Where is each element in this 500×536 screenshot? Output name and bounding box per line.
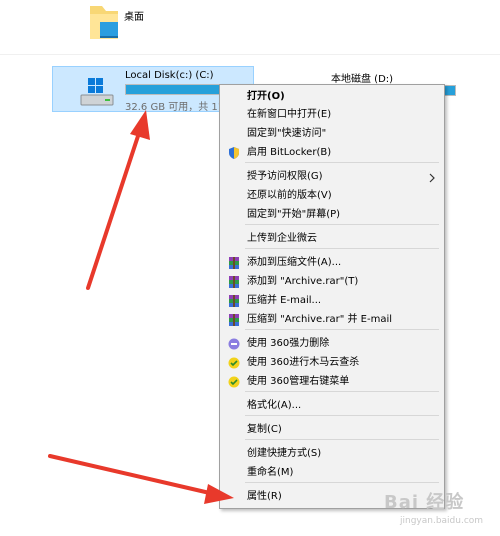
menu-item-label: 重命名(M) [247, 467, 294, 478]
menu-item-label: 添加到压缩文件(A)... [247, 257, 342, 268]
menu-pin-quick-access[interactable]: 固定到"快速访问" [222, 125, 442, 143]
menu-item-label: 格式化(A)... [247, 400, 302, 411]
menu-360-manage-context[interactable]: 使用 360管理右键菜单 [222, 373, 442, 391]
menu-add-to-archive[interactable]: 添加到压缩文件(A)... [222, 254, 442, 272]
menu-item-label: 使用 360管理右键菜单 [247, 376, 350, 387]
menu-item-label: 添加到 "Archive.rar"(T) [247, 276, 359, 287]
red-arrow-right [48, 454, 234, 504]
menu-restore-versions[interactable]: 还原以前的版本(V) [222, 187, 442, 205]
winrar-icon [228, 314, 240, 326]
menu-item-label: 在新窗口中打开(E) [247, 109, 332, 120]
menu-open-new-window[interactable]: 在新窗口中打开(E) [222, 106, 442, 124]
menu-compress-email[interactable]: 压缩并 E-mail... [222, 292, 442, 310]
section-divider [0, 54, 500, 55]
drive-c-name: Local Disk(c:) (C:) [125, 70, 214, 81]
windows-drive-icon [80, 78, 114, 106]
menu-upload-weiyun[interactable]: 上传到企业微云 [222, 230, 442, 248]
menu-separator [245, 329, 439, 330]
menu-give-access[interactable]: 授予访问权限(G) [222, 168, 442, 186]
watermark-text: Bai 经验 [384, 492, 465, 513]
baidu-watermark: Bai 经验 jingyan.baidu.com [376, 478, 500, 536]
menu-separator [245, 439, 439, 440]
bitlocker-shield-icon [228, 147, 240, 159]
winrar-icon [228, 276, 240, 288]
desktop-label: 桌面 [124, 12, 144, 23]
drive-c-free-space: 32.6 GB 可用，共 11 [125, 102, 225, 113]
watermark-url: jingyan.baidu.com [400, 516, 484, 526]
menu-copy[interactable]: 复制(C) [222, 421, 442, 439]
menu-enable-bitlocker[interactable]: 启用 BitLocker(B) [222, 144, 442, 162]
menu-separator [245, 224, 439, 225]
menu-separator [245, 162, 439, 163]
menu-add-to-archive-rar[interactable]: 添加到 "Archive.rar"(T) [222, 273, 442, 291]
menu-compress-rar-email[interactable]: 压缩到 "Archive.rar" 并 E-mail [222, 311, 442, 329]
menu-separator [245, 415, 439, 416]
menu-open[interactable]: 打开(O) [222, 88, 442, 106]
menu-item-label: 授予访问权限(G) [247, 171, 323, 182]
menu-item-label: 固定到"快速访问" [247, 128, 327, 139]
desktop-folder-item[interactable]: 桌面 [86, 2, 286, 42]
360-delete-icon [228, 338, 240, 350]
menu-item-label: 使用 360强力删除 [247, 338, 330, 349]
menu-separator [245, 391, 439, 392]
menu-item-label: 上传到企业微云 [247, 233, 317, 244]
360-scan-icon [228, 357, 240, 369]
menu-pin-start[interactable]: 固定到"开始"屏幕(P) [222, 206, 442, 224]
menu-create-shortcut[interactable]: 创建快捷方式(S) [222, 445, 442, 463]
red-arrow-up [86, 110, 150, 290]
menu-item-label: 启用 BitLocker(B) [247, 147, 332, 158]
menu-item-label: 复制(C) [247, 424, 282, 435]
360-scan-icon [228, 376, 240, 388]
winrar-icon [228, 257, 240, 269]
chevron-right-icon [428, 172, 436, 183]
menu-format[interactable]: 格式化(A)... [222, 397, 442, 415]
menu-item-label: 使用 360进行木马云查杀 [247, 357, 360, 368]
menu-item-label: 创建快捷方式(S) [247, 448, 322, 459]
menu-item-label: 属性(R) [247, 491, 282, 502]
menu-item-label: 压缩到 "Archive.rar" 并 E-mail [247, 314, 393, 325]
context-menu: 打开(O) 在新窗口中打开(E) 固定到"快速访问" 启用 BitLocker(B) 授… [219, 84, 445, 509]
drive-d-name[interactable]: 本地磁盘 (D:) [331, 70, 393, 85]
menu-item-label: 固定到"开始"屏幕(P) [247, 209, 341, 220]
menu-item-label: 还原以前的版本(V) [247, 190, 332, 201]
winrar-icon [228, 295, 240, 307]
menu-item-label: 打开(O) [247, 91, 285, 102]
menu-item-label: 压缩并 E-mail... [247, 295, 322, 306]
menu-360-force-delete[interactable]: 使用 360强力删除 [222, 335, 442, 353]
menu-separator [245, 248, 439, 249]
menu-360-trojan-scan[interactable]: 使用 360进行木马云查杀 [222, 354, 442, 372]
folder-icon [90, 6, 118, 39]
